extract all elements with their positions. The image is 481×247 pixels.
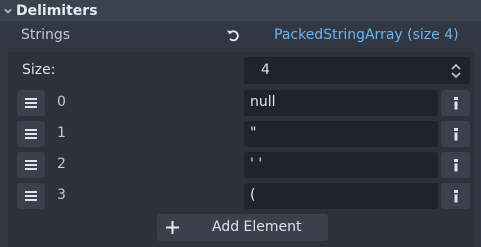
plus-icon bbox=[166, 221, 179, 234]
array-element-row: 3 ( bbox=[0, 182, 481, 210]
revert-icon[interactable] bbox=[225, 27, 241, 43]
element-value-input[interactable]: " bbox=[244, 121, 438, 147]
drag-handle-icon[interactable] bbox=[17, 152, 45, 178]
add-element-label: Add Element bbox=[212, 219, 302, 235]
element-index: 1 bbox=[57, 125, 66, 141]
size-spinbox[interactable]: 4 bbox=[244, 57, 470, 84]
element-value[interactable]: " bbox=[250, 125, 256, 141]
size-value[interactable]: 4 bbox=[261, 62, 270, 78]
section-title: Delimiters bbox=[16, 2, 98, 19]
section-header-delimiters[interactable]: Delimiters bbox=[0, 0, 481, 21]
element-index: 0 bbox=[57, 94, 66, 110]
kebab-menu-icon bbox=[453, 190, 458, 203]
size-label: Size: bbox=[22, 62, 56, 78]
kebab-menu-icon bbox=[453, 128, 458, 141]
element-value-input[interactable]: ( bbox=[244, 183, 438, 209]
drag-handle-icon[interactable] bbox=[17, 183, 45, 209]
element-menu-button[interactable] bbox=[441, 152, 470, 178]
drag-handle-icon[interactable] bbox=[17, 90, 45, 116]
property-value-button[interactable]: PackedStringArray (size 4) bbox=[274, 27, 459, 43]
drag-handle-icon[interactable] bbox=[17, 121, 45, 147]
element-value[interactable]: null bbox=[250, 94, 276, 110]
add-element-button[interactable]: Add Element bbox=[157, 214, 328, 241]
element-index: 3 bbox=[57, 187, 66, 203]
chevron-down-icon[interactable] bbox=[1, 0, 15, 21]
property-label: Strings bbox=[21, 27, 71, 43]
array-element-row: 2 ' ' bbox=[0, 151, 481, 179]
array-element-row: 1 " bbox=[0, 120, 481, 148]
property-row-strings: Strings PackedStringArray (size 4) bbox=[0, 22, 481, 48]
element-index: 2 bbox=[57, 156, 66, 172]
element-value-input[interactable]: ' ' bbox=[244, 152, 438, 178]
kebab-menu-icon bbox=[453, 97, 458, 110]
element-value[interactable]: ( bbox=[250, 187, 255, 203]
kebab-menu-icon bbox=[453, 159, 458, 172]
element-menu-button[interactable] bbox=[441, 183, 470, 209]
up-down-arrows-icon[interactable] bbox=[450, 63, 462, 79]
element-menu-button[interactable] bbox=[441, 90, 470, 116]
element-value-input[interactable]: null bbox=[244, 90, 438, 116]
array-element-row: 0 null bbox=[0, 89, 481, 117]
element-menu-button[interactable] bbox=[441, 121, 470, 147]
element-value[interactable]: ' ' bbox=[250, 156, 262, 172]
